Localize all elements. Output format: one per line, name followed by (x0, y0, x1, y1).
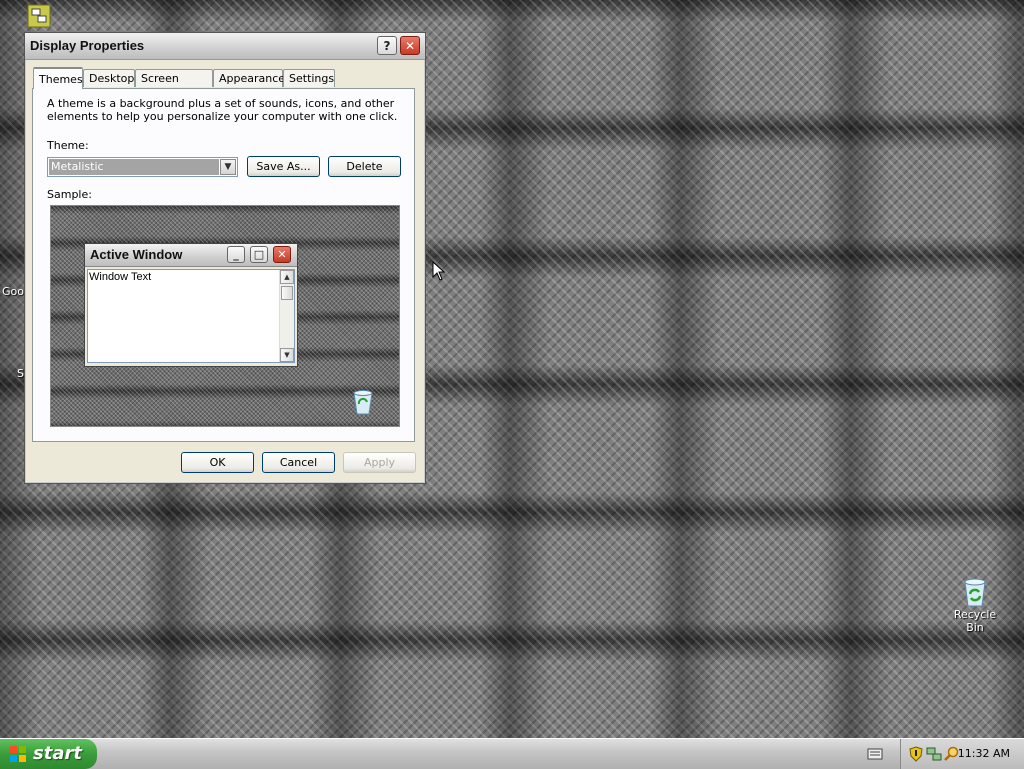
apply-button[interactable]: Apply (343, 452, 416, 473)
scroll-down-icon: ▼ (280, 348, 294, 362)
tab-desktop[interactable]: Desktop (83, 69, 135, 87)
tab-appearance[interactable]: Appearance (213, 69, 285, 87)
recycle-bin-icon (964, 578, 986, 607)
mouse-cursor-icon (432, 261, 446, 281)
theme-select-value: Metalistic (49, 159, 219, 175)
preview-active-window: Active Window _ □ ✕ Window Text ▲ ▼ (84, 243, 298, 367)
chevron-down-icon[interactable]: ▼ (220, 159, 236, 175)
clock[interactable]: 11:32 AM (958, 747, 1010, 760)
themes-panel: A theme is a background plus a set of so… (32, 88, 415, 442)
preview-window-body: Window Text ▲ ▼ (87, 269, 295, 363)
close-icon: ✕ (273, 246, 291, 263)
delete-button[interactable]: Delete (328, 156, 401, 177)
scroll-up-icon: ▲ (280, 270, 294, 284)
close-button[interactable]: ✕ (400, 36, 420, 55)
theme-select[interactable]: Metalistic ▼ (47, 157, 238, 177)
start-label: start (33, 743, 82, 764)
network-connection-icon[interactable] (926, 746, 942, 762)
scroll-thumb (281, 286, 293, 300)
theme-sample-preview: Active Window _ □ ✕ Window Text ▲ ▼ (50, 205, 400, 427)
cancel-button[interactable]: Cancel (262, 452, 335, 473)
dialog-title: Display Properties (30, 38, 145, 53)
maximize-icon: □ (250, 246, 268, 263)
theme-label: Theme: (47, 139, 89, 152)
preview-scrollbar: ▲ ▼ (279, 270, 294, 362)
recycle-bin-label: Recycle Bin (953, 608, 997, 634)
preview-window-text: Window Text (89, 271, 152, 283)
theme-description: A theme is a background plus a set of so… (47, 97, 398, 123)
display-properties-dialog: Display Properties ? ✕ Themes Desktop Sc… (24, 32, 426, 484)
help-button[interactable]: ? (377, 36, 397, 55)
tab-settings[interactable]: Settings (283, 69, 335, 87)
ok-button[interactable]: OK (181, 452, 254, 473)
preview-window-title: Active Window (90, 247, 183, 262)
start-button[interactable]: start (0, 739, 97, 769)
minimize-icon: _ (227, 246, 245, 263)
taskbar: start 11:32 AM (0, 738, 1024, 769)
windows-logo-icon (10, 746, 26, 762)
system-tray: 11:32 AM (900, 739, 1024, 769)
desktop-icon-label-partial[interactable]: Goo (2, 285, 24, 298)
preview-recycle-bin-icon (353, 390, 373, 415)
security-shield-icon[interactable] (909, 746, 923, 762)
desktop-icon-label-partial[interactable]: S (17, 367, 24, 380)
dialog-titlebar[interactable]: Display Properties ? ✕ (25, 33, 425, 60)
tab-themes[interactable]: Themes (33, 67, 83, 89)
recycle-bin[interactable]: Recycle Bin (944, 574, 1006, 634)
preview-titlebar: Active Window _ □ ✕ (85, 244, 297, 267)
tab-screen-saver[interactable]: Screen Saver (135, 69, 213, 103)
save-as-button[interactable]: Save As... (247, 156, 320, 177)
sample-label: Sample: (47, 188, 92, 201)
network-icon[interactable] (27, 4, 51, 28)
keyboard-icon[interactable] (867, 747, 883, 761)
